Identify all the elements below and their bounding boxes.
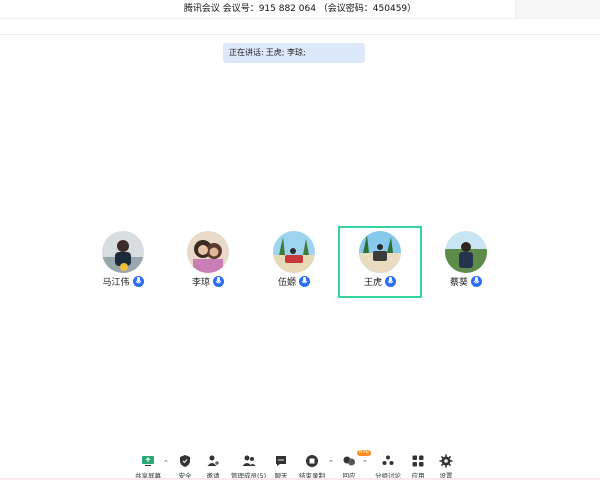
members-icon [242,454,256,468]
share-screen-button[interactable]: 共享屏幕 [135,454,161,480]
new-badge: New [357,450,371,456]
participant-tile[interactable]: 伍嫄 [252,226,336,298]
avatar [445,231,487,273]
share-screen-icon [141,454,155,468]
record-icon [305,454,319,468]
share-options-chevron-icon[interactable]: ⌃ [163,459,169,467]
chat-button[interactable]: 聊天 [274,454,288,480]
mic-icon[interactable] [299,276,310,287]
speaking-names: 王虎; 李琼; [265,48,306,57]
title-corner [515,0,600,19]
divider [0,34,600,35]
chat-icon [274,454,288,468]
participant-name: 蔡葵 [424,276,508,289]
meeting-toolbar: 共享屏幕 ⌃ 安全 邀请 管理成员(5) 聊天 结束录制 ⌃ 回应 New ⌃ … [0,446,600,480]
mic-icon[interactable] [132,276,144,287]
participant-tile-active[interactable]: 王虎 [338,226,422,298]
avatar [359,231,401,273]
stop-recording-button[interactable]: 结束录制 [299,454,325,480]
reaction-icon [342,454,356,468]
participant-name: 王虎 [340,276,420,289]
mic-icon[interactable] [213,276,224,287]
participant-name: 李琼 [166,276,250,289]
record-options-chevron-icon[interactable]: ⌃ [328,459,334,467]
breakout-rooms-button[interactable]: 分组讨论 [375,454,401,480]
avatar [187,231,229,273]
settings-button[interactable]: 设置 [439,454,453,480]
mic-icon[interactable] [471,276,482,287]
divider [0,18,600,19]
speaking-indicator: 正在讲话: 王虎; 李琼; [223,43,365,63]
reactions-button[interactable]: 回应 [342,454,356,480]
window-title: 腾讯会议 会议号：915 882 064 （会议密码：450459） [183,4,417,14]
speaking-label: 正在讲话: [229,48,264,57]
participant-tile[interactable]: 蔡葵 [424,226,508,298]
reactions-options-chevron-icon[interactable]: ⌃ [362,459,368,467]
manage-members-button[interactable]: 管理成员(5) [231,454,266,480]
add-user-icon [206,454,220,468]
invite-button[interactable]: 邀请 [206,454,220,480]
participant-tile[interactable]: 李琼 [166,226,250,298]
avatar [273,231,315,273]
breakout-icon [381,454,395,468]
security-button[interactable]: 安全 [178,454,192,480]
apps-grid-icon [411,454,425,468]
apps-button[interactable]: 应用 [411,454,425,480]
shield-icon [178,454,192,468]
gear-icon [439,454,453,468]
participant-tile[interactable]: 马江伟 [81,226,165,298]
participant-name: 伍嫄 [252,276,336,289]
participant-name: 马江伟 [81,276,165,289]
mic-icon[interactable] [385,276,396,287]
avatar [102,231,144,273]
